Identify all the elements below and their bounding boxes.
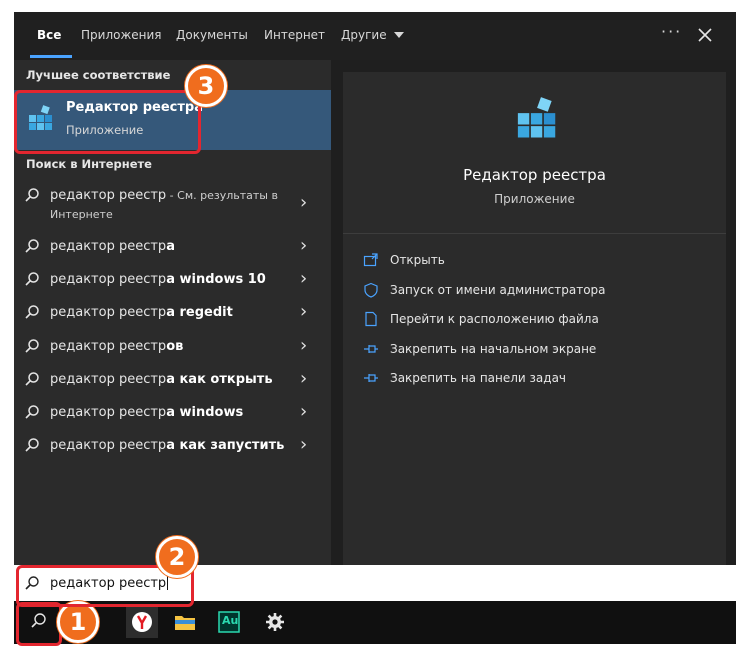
close-button[interactable] [698, 20, 712, 47]
web-search-query: редактор реестр [50, 339, 167, 354]
action-open-label: Открыть [390, 253, 445, 267]
web-search-item[interactable]: редактор реестра › [14, 230, 331, 263]
web-search-query: редактор реестр [50, 272, 167, 287]
web-search-suffix: - См. результаты в [166, 189, 278, 202]
chevron-right-icon: › [300, 434, 308, 455]
chevron-right-icon: › [300, 192, 308, 213]
preview-title: Редактор реестра [463, 166, 606, 184]
taskbar-settings[interactable] [259, 606, 291, 638]
tab-internet[interactable]: Интернет [264, 28, 325, 42]
web-search-item[interactable]: редактор реестра как запустить › [14, 429, 331, 462]
web-search-completion: а regedit [166, 305, 233, 320]
chevron-right-icon: › [300, 401, 308, 422]
web-search-query: редактор реестр [50, 372, 167, 387]
open-icon [363, 253, 378, 267]
web-search-completion: а windows 10 [166, 272, 266, 287]
folder-icon [175, 616, 195, 630]
taskbar-adobe-audition[interactable]: Au [213, 606, 245, 638]
chevron-right-icon: › [300, 301, 308, 322]
chevron-right-icon: › [300, 268, 308, 289]
taskbar: Au [14, 601, 736, 644]
taskbar-yandex-browser[interactable] [126, 606, 158, 638]
search-icon [25, 372, 39, 386]
preview-divider [343, 233, 726, 234]
tab-other[interactable]: Другие [341, 28, 405, 42]
web-search-completion: а [166, 239, 175, 254]
tab-apps[interactable]: Приложения [81, 28, 162, 42]
search-icon [25, 405, 39, 419]
web-search-item[interactable]: редактор реестра regedit › [14, 296, 331, 329]
web-search-completion: а как запустить [166, 438, 285, 453]
web-search-query: редактор реестр [50, 188, 167, 203]
pin-icon [364, 345, 378, 353]
tab-documents[interactable]: Документы [176, 28, 248, 42]
search-tabs: Все Приложения Документы Интернет Другие… [14, 12, 736, 60]
callout-highlight-taskbar-search [16, 602, 62, 646]
preview-panel: Редактор реестра Приложение Открыть Запу… [343, 72, 726, 565]
web-search-query: редактор реестр [50, 405, 167, 420]
chevron-right-icon: › [300, 335, 308, 356]
search-icon [25, 305, 39, 319]
callout-badge-2: 2 [156, 536, 198, 578]
web-search-completion: ов [166, 339, 184, 354]
chevron-right-icon: › [300, 235, 308, 256]
callout-badge-1: 1 [57, 601, 99, 643]
search-icon [25, 188, 39, 202]
preview-subtitle: Приложение [494, 192, 575, 206]
chevron-down-icon [394, 32, 405, 38]
web-search-heading: Поиск в Интернете [26, 157, 152, 171]
tab-all[interactable]: Все [37, 28, 61, 42]
best-match-heading: Лучшее соответствие [26, 68, 171, 82]
shield-icon [364, 282, 378, 298]
web-search-item[interactable]: редактор реестров › [14, 330, 331, 363]
action-open-file-location-label: Перейти к расположению файла [390, 312, 599, 326]
web-search-completion: а как открыть [166, 372, 273, 387]
action-pin-to-taskbar-label: Закрепить на панели задач [390, 371, 567, 385]
gear-icon [266, 613, 284, 631]
registry-editor-icon [517, 97, 556, 138]
callout-badge-3: 3 [185, 65, 227, 107]
file-location-icon [365, 311, 377, 327]
web-search-completion: а windows [166, 405, 244, 420]
web-search-item[interactable]: редактор реестр - См. результаты в Интер… [14, 180, 331, 228]
web-search-item[interactable]: редактор реестра windows 10 › [14, 263, 331, 296]
search-icon [25, 438, 39, 452]
more-options-button[interactable]: ··· [661, 22, 682, 41]
close-icon [698, 28, 712, 42]
web-search-query: редактор реестр [50, 438, 167, 453]
web-search-suffix-line2: Интернете [50, 208, 113, 221]
pin-icon [364, 374, 378, 382]
search-icon [25, 272, 39, 286]
search-icon [25, 339, 39, 353]
action-run-as-admin-label: Запуск от имени администратора [390, 283, 606, 297]
taskbar-file-explorer[interactable] [169, 606, 201, 638]
action-pin-to-start-label: Закрепить на начальном экране [390, 342, 597, 356]
callout-highlight-best-match [14, 90, 201, 154]
web-search-query: редактор реестр [50, 239, 167, 254]
adobe-audition-label: Au [222, 614, 239, 627]
yandex-browser-icon [132, 612, 152, 632]
chevron-right-icon: › [300, 368, 308, 389]
web-search-item[interactable]: редактор реестра windows › [14, 396, 331, 429]
web-search-item[interactable]: редактор реестра как открыть › [14, 363, 331, 396]
web-search-query: редактор реестр [50, 305, 167, 320]
search-icon [25, 239, 39, 253]
tab-active-indicator [30, 55, 72, 58]
tab-other-label: Другие [341, 28, 387, 42]
